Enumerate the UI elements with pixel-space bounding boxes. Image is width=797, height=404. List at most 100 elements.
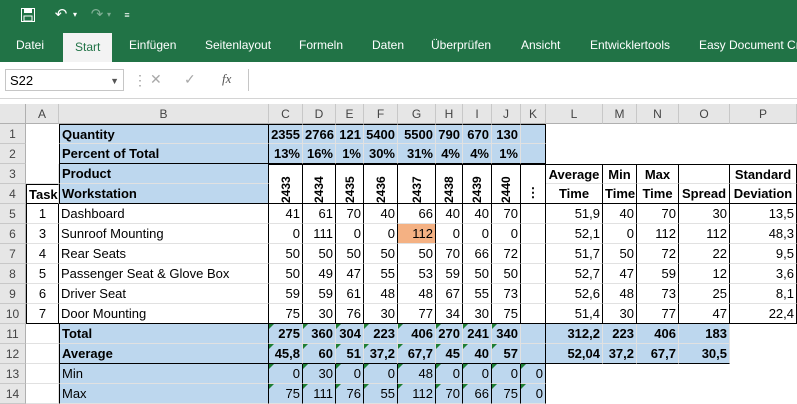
workstation-header[interactable]: Workstation — [59, 184, 269, 204]
workstation-name[interactable]: Door Mounting — [59, 304, 269, 324]
product-id-header[interactable]: 2438 — [436, 164, 463, 204]
column-header-f[interactable]: F — [364, 104, 398, 124]
min-time[interactable]: 30 — [603, 304, 637, 324]
time-value[interactable]: 66 — [463, 244, 492, 264]
product-id-header[interactable]: 2440 — [492, 164, 521, 204]
task-number[interactable]: 6 — [26, 284, 59, 304]
total-value[interactable]: 360 — [303, 324, 336, 344]
min-time-header[interactable]: Min — [603, 164, 637, 184]
time-value[interactable]: 75 — [492, 304, 521, 324]
product-id-header[interactable]: 2437 — [398, 164, 436, 204]
min-value[interactable]: 0 — [336, 364, 364, 384]
spread-value[interactable]: 47 — [679, 304, 730, 324]
time-value[interactable]: 70 — [336, 204, 364, 224]
average-label[interactable]: Average — [59, 344, 269, 364]
std-deviation[interactable]: 3,6 — [730, 264, 797, 284]
time-value[interactable]: 50 — [364, 244, 398, 264]
tab-daten[interactable]: Daten — [372, 38, 404, 52]
min-value[interactable]: 0 — [463, 364, 492, 384]
min-time[interactable]: 48 — [603, 284, 637, 304]
average-time[interactable]: 52,1 — [546, 224, 603, 244]
time-value[interactable]: 47 — [336, 264, 364, 284]
max-time[interactable]: 73 — [637, 284, 679, 304]
cell[interactable] — [26, 364, 59, 384]
cell[interactable] — [521, 224, 546, 244]
column-header-o[interactable]: O — [679, 104, 730, 124]
std-deviation[interactable]: 8,1 — [730, 284, 797, 304]
cell[interactable] — [521, 144, 546, 164]
spread-value[interactable]: 12 — [679, 264, 730, 284]
product-id-header[interactable]: 2435 — [336, 164, 364, 204]
total-label[interactable]: Total — [59, 324, 269, 344]
average-max[interactable]: 67,7 — [637, 344, 679, 364]
time-value[interactable]: 40 — [463, 204, 492, 224]
percent-value[interactable]: 31% — [398, 144, 436, 164]
percent-value[interactable]: 4% — [463, 144, 492, 164]
min-value[interactable]: 0 — [436, 364, 463, 384]
min-value[interactable]: 0 — [492, 364, 521, 384]
max-time[interactable]: 72 — [637, 244, 679, 264]
cell[interactable] — [521, 284, 546, 304]
avg-time-header[interactable]: Time — [546, 184, 603, 204]
total-value[interactable]: 241 — [463, 324, 492, 344]
spread-value[interactable]: 30 — [679, 204, 730, 224]
time-value[interactable]: 0 — [269, 224, 303, 244]
collapsed-marker[interactable]: ⋮ — [521, 164, 546, 204]
tab-entwicklertools[interactable]: Entwicklertools — [590, 38, 670, 52]
max-value[interactable]: 75 — [492, 384, 521, 404]
time-value[interactable]: 111 — [303, 224, 336, 244]
time-value[interactable]: 59 — [303, 284, 336, 304]
min-value[interactable]: 0 — [364, 364, 398, 384]
min-value[interactable]: 0 — [269, 364, 303, 384]
row-header-9[interactable]: 9 — [0, 284, 26, 304]
tab-einfuegen[interactable]: Einfügen — [129, 38, 176, 52]
min-value[interactable]: 48 — [398, 364, 436, 384]
max-time-header[interactable]: Time — [637, 184, 679, 204]
max-value[interactable]: 55 — [364, 384, 398, 404]
average-time[interactable]: 51,7 — [546, 244, 603, 264]
cell[interactable] — [521, 304, 546, 324]
time-value[interactable]: 70 — [436, 244, 463, 264]
quantity-value[interactable]: 5400 — [364, 124, 398, 144]
max-value[interactable]: 75 — [269, 384, 303, 404]
total-min[interactable]: 223 — [603, 324, 637, 344]
cell[interactable] — [521, 124, 546, 144]
column-header-e[interactable]: E — [336, 104, 364, 124]
max-value[interactable]: 76 — [336, 384, 364, 404]
time-value[interactable]: 40 — [436, 204, 463, 224]
max-value[interactable]: 111 — [303, 384, 336, 404]
total-max[interactable]: 406 — [637, 324, 679, 344]
row-header-7[interactable]: 7 — [0, 244, 26, 264]
workstation-name[interactable]: Rear Seats — [59, 244, 269, 264]
quantity-value[interactable]: 670 — [463, 124, 492, 144]
average-time[interactable]: 52,6 — [546, 284, 603, 304]
column-header-m[interactable]: M — [603, 104, 637, 124]
min-time[interactable]: 40 — [603, 204, 637, 224]
tab-datei[interactable]: Datei — [16, 38, 44, 52]
percent-value[interactable]: 1% — [492, 144, 521, 164]
time-value[interactable]: 30 — [303, 304, 336, 324]
task-number[interactable]: 5 — [26, 264, 59, 284]
average-value[interactable]: 37,2 — [364, 344, 398, 364]
tab-ansicht[interactable]: Ansicht — [521, 38, 560, 52]
std-deviation[interactable]: 48,3 — [730, 224, 797, 244]
redo-dropdown-icon[interactable]: ▾ — [104, 4, 114, 26]
column-header-d[interactable]: D — [303, 104, 336, 124]
max-value[interactable]: 66 — [463, 384, 492, 404]
max-value[interactable]: 112 — [398, 384, 436, 404]
time-value[interactable]: 48 — [364, 284, 398, 304]
workstation-name[interactable]: Passenger Seat & Glove Box — [59, 264, 269, 284]
time-value[interactable]: 0 — [463, 224, 492, 244]
time-value[interactable]: 0 — [364, 224, 398, 244]
row-header-2[interactable]: 2 — [0, 144, 26, 164]
cell[interactable] — [521, 324, 546, 344]
max-time[interactable]: 59 — [637, 264, 679, 284]
cell[interactable] — [679, 164, 730, 184]
cell[interactable] — [26, 164, 59, 184]
percent-label[interactable]: Percent of Total — [59, 144, 269, 164]
cell[interactable] — [26, 324, 59, 344]
time-value[interactable]: 67 — [436, 284, 463, 304]
product-id-header[interactable]: 2439 — [463, 164, 492, 204]
average-average[interactable]: 52,04 — [546, 344, 603, 364]
time-value[interactable]: 73 — [492, 284, 521, 304]
